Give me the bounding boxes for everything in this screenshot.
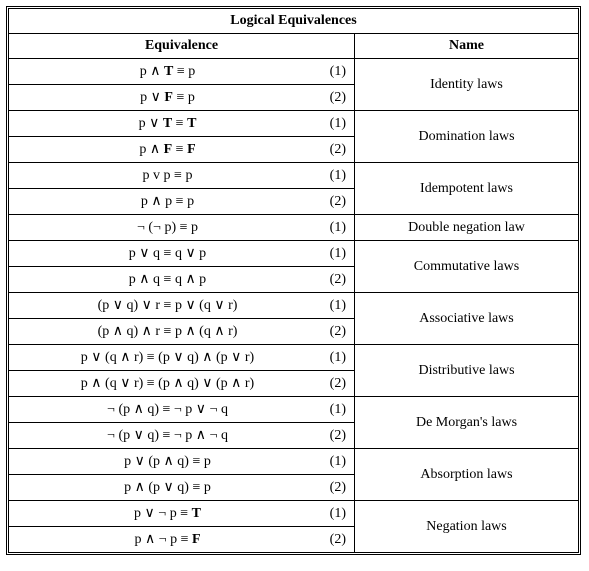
equivalence-cells: p ∨ ¬ p ≡ T(1)p ∧ ¬ p ≡ F(2)	[9, 501, 355, 552]
equivalence-row: ¬ (p ∨ q) ≡ ¬ p ∧ ¬ q(2)	[9, 422, 354, 448]
equivalence-expression: p ∧ F ≡ F	[17, 141, 318, 158]
equivalence-index: (2)	[318, 142, 346, 158]
equivalence-index: (1)	[318, 220, 346, 236]
law-block: p ∨ q ≡ q ∨ p(1)p ∧ q ≡ q ∧ p(2)Commutat…	[9, 240, 578, 292]
equivalence-index: (1)	[318, 168, 346, 184]
equivalence-cells: p ∨ (p ∧ q) ≡ p(1)p ∧ (p ∨ q) ≡ p(2)	[9, 449, 355, 500]
equivalence-row: p ∧ T ≡ p(1)	[9, 59, 354, 84]
equivalence-index: (1)	[318, 454, 346, 470]
equivalence-cells: p ∨ q ≡ q ∨ p(1)p ∧ q ≡ q ∧ p(2)	[9, 241, 355, 292]
law-name: Associative laws	[355, 293, 578, 344]
equivalence-index: (2)	[318, 480, 346, 496]
equivalence-row: p ∨ F ≡ p(2)	[9, 84, 354, 110]
table-header-row: Equivalence Name	[9, 33, 578, 58]
equivalence-index: (1)	[318, 246, 346, 262]
equivalence-expression: p ∨ ¬ p ≡ T	[17, 505, 318, 522]
law-block: p ∨ (q ∧ r) ≡ (p ∨ q) ∧ (p ∨ r)(1)p ∧ (q…	[9, 344, 578, 396]
equivalence-index: (1)	[318, 64, 346, 80]
equivalence-expression: p ∧ p ≡ p	[17, 193, 318, 210]
equivalence-expression: ¬ (p ∧ q) ≡ ¬ p ∨ ¬ q	[17, 401, 318, 418]
equivalence-expression: p ∧ ¬ p ≡ F	[17, 531, 318, 548]
equivalence-index: (1)	[318, 506, 346, 522]
law-name: Identity laws	[355, 59, 578, 110]
equivalence-cells: ¬ (¬ p) ≡ p(1)	[9, 215, 355, 240]
equivalence-row: ¬ (p ∧ q) ≡ ¬ p ∨ ¬ q(1)	[9, 397, 354, 422]
header-name: Name	[355, 34, 578, 58]
law-name: Distributive laws	[355, 345, 578, 396]
law-name: Commutative laws	[355, 241, 578, 292]
equivalence-expression: p ∨ F ≡ p	[17, 89, 318, 106]
law-block: p ∨ T ≡ T(1)p ∧ F ≡ F(2)Domination laws	[9, 110, 578, 162]
law-block: p ∧ T ≡ p(1)p ∨ F ≡ p(2)Identity laws	[9, 58, 578, 110]
equivalence-expression: (p ∧ q) ∧ r ≡ p ∧ (q ∧ r)	[17, 323, 318, 340]
law-block: p ∨ (p ∧ q) ≡ p(1)p ∧ (p ∨ q) ≡ p(2)Abso…	[9, 448, 578, 500]
law-name: Idempotent laws	[355, 163, 578, 214]
equivalence-expression: p ∨ (q ∧ r) ≡ (p ∨ q) ∧ (p ∨ r)	[17, 349, 318, 366]
law-name: De Morgan's laws	[355, 397, 578, 448]
equivalence-row: ¬ (¬ p) ≡ p(1)	[9, 215, 354, 240]
equivalence-index: (2)	[318, 376, 346, 392]
equivalence-row: p ∨ q ≡ q ∨ p(1)	[9, 241, 354, 266]
equivalence-row: p ∨ (q ∧ r) ≡ (p ∨ q) ∧ (p ∨ r)(1)	[9, 345, 354, 370]
equivalence-expression: ¬ (p ∨ q) ≡ ¬ p ∧ ¬ q	[17, 427, 318, 444]
equivalence-row: p ∧ F ≡ F(2)	[9, 136, 354, 162]
equivalence-cells: p ∨ T ≡ T(1)p ∧ F ≡ F(2)	[9, 111, 355, 162]
equivalence-index: (2)	[318, 324, 346, 340]
equivalence-row: p ∨ T ≡ T(1)	[9, 111, 354, 136]
law-block: p v p ≡ p(1)p ∧ p ≡ p(2)Idempotent laws	[9, 162, 578, 214]
equivalence-cells: ¬ (p ∧ q) ≡ ¬ p ∨ ¬ q(1)¬ (p ∨ q) ≡ ¬ p …	[9, 397, 355, 448]
equivalence-row: (p ∨ q) ∨ r ≡ p ∨ (q ∨ r)(1)	[9, 293, 354, 318]
law-block: ¬ (p ∧ q) ≡ ¬ p ∨ ¬ q(1)¬ (p ∨ q) ≡ ¬ p …	[9, 396, 578, 448]
header-equivalence: Equivalence	[9, 34, 355, 58]
equivalence-row: p ∧ ¬ p ≡ F(2)	[9, 526, 354, 552]
law-block: ¬ (¬ p) ≡ p(1)Double negation law	[9, 214, 578, 240]
law-name: Domination laws	[355, 111, 578, 162]
equivalence-index: (2)	[318, 428, 346, 444]
equivalence-expression: (p ∨ q) ∨ r ≡ p ∨ (q ∨ r)	[17, 297, 318, 314]
equivalence-row: p ∧ (p ∨ q) ≡ p(2)	[9, 474, 354, 500]
equivalence-index: (1)	[318, 298, 346, 314]
equivalence-expression: p ∧ q ≡ q ∧ p	[17, 271, 318, 288]
equivalence-expression: p ∧ (q ∨ r) ≡ (p ∧ q) ∨ (p ∧ r)	[17, 375, 318, 392]
equivalence-row: p ∨ (p ∧ q) ≡ p(1)	[9, 449, 354, 474]
equivalence-cells: p v p ≡ p(1)p ∧ p ≡ p(2)	[9, 163, 355, 214]
equivalence-expression: ¬ (¬ p) ≡ p	[17, 220, 318, 236]
equivalence-expression: p ∨ (p ∧ q) ≡ p	[17, 453, 318, 470]
law-name: Double negation law	[355, 215, 578, 240]
equivalence-index: (1)	[318, 350, 346, 366]
equivalence-index: (2)	[318, 194, 346, 210]
equivalence-cells: p ∨ (q ∧ r) ≡ (p ∨ q) ∧ (p ∨ r)(1)p ∧ (q…	[9, 345, 355, 396]
law-block: p ∨ ¬ p ≡ T(1)p ∧ ¬ p ≡ F(2)Negation law…	[9, 500, 578, 552]
equivalence-index: (1)	[318, 402, 346, 418]
equivalence-row: p ∧ q ≡ q ∧ p(2)	[9, 266, 354, 292]
law-block: (p ∨ q) ∨ r ≡ p ∨ (q ∨ r)(1)(p ∧ q) ∧ r …	[9, 292, 578, 344]
equivalence-row: p ∧ (q ∨ r) ≡ (p ∧ q) ∨ (p ∧ r)(2)	[9, 370, 354, 396]
equivalence-row: (p ∧ q) ∧ r ≡ p ∧ (q ∧ r)(2)	[9, 318, 354, 344]
equivalence-row: p v p ≡ p(1)	[9, 163, 354, 188]
law-name: Negation laws	[355, 501, 578, 552]
logical-equivalences-table: Logical Equivalences Equivalence Name p …	[6, 6, 581, 555]
equivalence-expression: p ∧ (p ∨ q) ≡ p	[17, 479, 318, 496]
equivalence-row: p ∧ p ≡ p(2)	[9, 188, 354, 214]
equivalence-expression: p ∨ T ≡ T	[17, 115, 318, 132]
equivalence-index: (1)	[318, 116, 346, 132]
law-name: Absorption laws	[355, 449, 578, 500]
equivalence-index: (2)	[318, 272, 346, 288]
equivalence-expression: p v p ≡ p	[17, 168, 318, 184]
equivalence-expression: p ∧ T ≡ p	[17, 63, 318, 80]
equivalence-index: (2)	[318, 90, 346, 106]
equivalence-row: p ∨ ¬ p ≡ T(1)	[9, 501, 354, 526]
equivalence-cells: p ∧ T ≡ p(1)p ∨ F ≡ p(2)	[9, 59, 355, 110]
equivalence-expression: p ∨ q ≡ q ∨ p	[17, 245, 318, 262]
equivalence-cells: (p ∨ q) ∨ r ≡ p ∨ (q ∨ r)(1)(p ∧ q) ∧ r …	[9, 293, 355, 344]
table-title: Logical Equivalences	[9, 9, 578, 33]
equivalence-index: (2)	[318, 532, 346, 548]
